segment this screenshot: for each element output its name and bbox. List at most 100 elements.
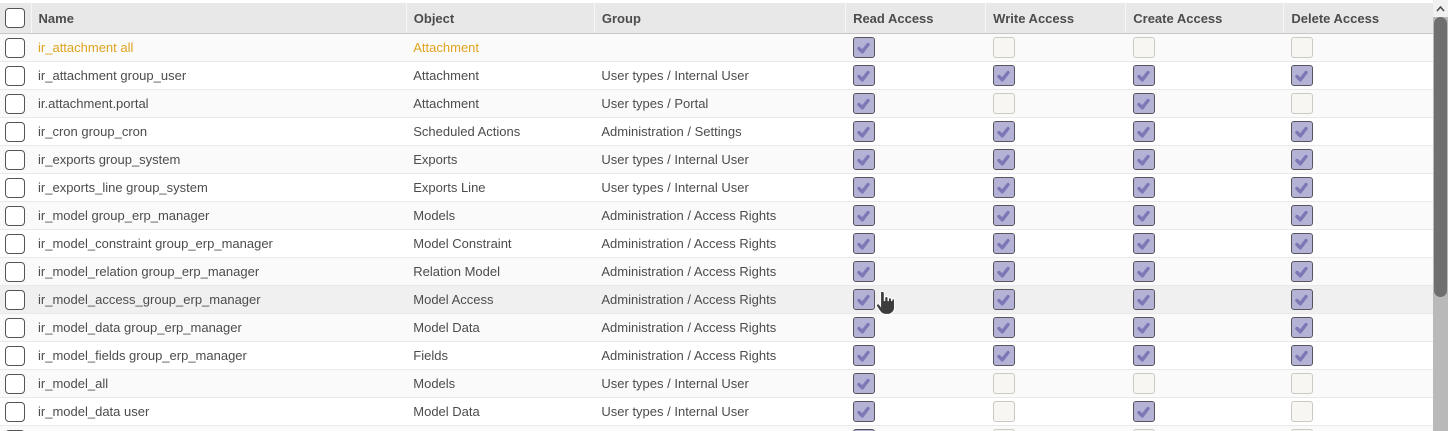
write-access-checkbox-checked[interactable] xyxy=(993,345,1015,366)
select-all-checkbox[interactable] xyxy=(5,8,25,28)
write-access-checkbox-checked[interactable] xyxy=(993,65,1015,86)
row-select-checkbox[interactable] xyxy=(5,122,25,142)
cell-name[interactable]: ir_cron group_cron xyxy=(31,118,406,146)
write-access-checkbox-checked[interactable] xyxy=(993,177,1015,198)
cell-name[interactable]: ir_model_fields_all xyxy=(31,426,406,431)
cell-object[interactable]: Fields xyxy=(406,342,594,370)
cell-name[interactable]: ir_model_all xyxy=(31,370,406,398)
read-access-checkbox-checked[interactable] xyxy=(853,177,875,198)
delete-access-checkbox-checked[interactable] xyxy=(1291,177,1313,198)
table-row[interactable]: ir_exports_line group_systemExports Line… xyxy=(0,174,1433,202)
row-select-checkbox[interactable] xyxy=(5,290,25,310)
delete-access-checkbox-checked[interactable] xyxy=(1291,289,1313,310)
cell-name[interactable]: ir_model_constraint group_erp_manager xyxy=(31,230,406,258)
cell-object[interactable]: Scheduled Actions xyxy=(406,118,594,146)
row-select-checkbox[interactable] xyxy=(5,66,25,86)
column-header-group[interactable]: Group xyxy=(594,3,845,34)
cell-group[interactable]: User types / Portal xyxy=(594,90,845,118)
table-row[interactable]: ir_model_allModelsUser types / Internal … xyxy=(0,370,1433,398)
table-row[interactable]: ir_cron group_cronScheduled ActionsAdmin… xyxy=(0,118,1433,146)
table-row[interactable]: ir_model_data group_erp_managerModel Dat… xyxy=(0,314,1433,342)
create-access-checkbox-checked[interactable] xyxy=(1133,317,1155,338)
delete-access-checkbox-checked[interactable] xyxy=(1291,233,1313,254)
read-access-checkbox-checked[interactable] xyxy=(853,93,875,114)
create-access-checkbox-checked[interactable] xyxy=(1133,401,1155,422)
cell-name[interactable]: ir_attachment group_user xyxy=(31,62,406,90)
row-select-checkbox[interactable] xyxy=(5,346,25,366)
read-access-checkbox-checked[interactable] xyxy=(853,261,875,282)
row-select-checkbox[interactable] xyxy=(5,94,25,114)
table-row[interactable]: ir_model_access_group_erp_managerModel A… xyxy=(0,286,1433,314)
vertical-scrollbar[interactable] xyxy=(1433,0,1448,431)
table-row[interactable]: ir_model_constraint group_erp_managerMod… xyxy=(0,230,1433,258)
column-header-create-access[interactable]: Create Access xyxy=(1126,3,1284,34)
row-select-checkbox[interactable] xyxy=(5,374,25,394)
cell-name[interactable]: ir_model_data user xyxy=(31,398,406,426)
row-select-checkbox[interactable] xyxy=(5,206,25,226)
write-access-checkbox-checked[interactable] xyxy=(993,261,1015,282)
cell-name[interactable]: ir_model_data group_erp_manager xyxy=(31,314,406,342)
delete-access-checkbox-checked[interactable] xyxy=(1291,65,1313,86)
delete-access-checkbox-checked[interactable] xyxy=(1291,149,1313,170)
create-access-checkbox-checked[interactable] xyxy=(1133,93,1155,114)
read-access-checkbox-checked[interactable] xyxy=(853,65,875,86)
cell-group[interactable]: Administration / Access Rights xyxy=(594,342,845,370)
table-row[interactable]: ir_attachment allAttachment xyxy=(0,34,1433,62)
cell-group[interactable]: Administration / Access Rights xyxy=(594,286,845,314)
read-access-checkbox-checked[interactable] xyxy=(853,149,875,170)
row-select-checkbox[interactable] xyxy=(5,38,25,58)
cell-name[interactable]: ir_exports group_system xyxy=(31,146,406,174)
cell-name[interactable]: ir_model_access_group_erp_manager xyxy=(31,286,406,314)
cell-name[interactable]: ir.attachment.portal xyxy=(31,90,406,118)
cell-object[interactable]: Model Data xyxy=(406,314,594,342)
delete-access-checkbox-checked[interactable] xyxy=(1291,205,1313,226)
table-row[interactable]: ir_exports group_systemExportsUser types… xyxy=(0,146,1433,174)
row-select-checkbox[interactable] xyxy=(5,234,25,254)
column-header-name[interactable]: Name xyxy=(31,3,406,34)
cell-group[interactable]: Administration / Access Rights xyxy=(594,202,845,230)
write-access-checkbox-checked[interactable] xyxy=(993,317,1015,338)
table-row[interactable]: ir_model group_erp_managerModelsAdminist… xyxy=(0,202,1433,230)
create-access-checkbox-checked[interactable] xyxy=(1133,289,1155,310)
write-access-checkbox-checked[interactable] xyxy=(993,289,1015,310)
column-header-read-access[interactable]: Read Access xyxy=(846,3,986,34)
read-access-checkbox-checked[interactable] xyxy=(853,317,875,338)
table-row[interactable]: ir_model_relation group_erp_managerRelat… xyxy=(0,258,1433,286)
cell-name[interactable]: ir_model_fields group_erp_manager xyxy=(31,342,406,370)
cell-name[interactable]: ir_model_relation group_erp_manager xyxy=(31,258,406,286)
cell-group[interactable]: User types / Internal User xyxy=(594,174,845,202)
cell-object[interactable]: Attachment xyxy=(406,34,594,62)
table-row[interactable]: ir_model_data userModel DataUser types /… xyxy=(0,398,1433,426)
cell-group[interactable]: User types / Internal User xyxy=(594,146,845,174)
cell-group[interactable]: Administration / Access Rights xyxy=(594,314,845,342)
cell-name[interactable]: ir_model group_erp_manager xyxy=(31,202,406,230)
row-select-checkbox[interactable] xyxy=(5,178,25,198)
delete-access-checkbox-checked[interactable] xyxy=(1291,261,1313,282)
cell-group[interactable]: Administration / Access Rights xyxy=(594,258,845,286)
create-access-checkbox-checked[interactable] xyxy=(1133,149,1155,170)
row-select-checkbox[interactable] xyxy=(5,402,25,422)
write-access-checkbox-checked[interactable] xyxy=(993,121,1015,142)
cell-name[interactable]: ir_exports_line group_system xyxy=(31,174,406,202)
delete-access-checkbox-checked[interactable] xyxy=(1291,121,1313,142)
table-row[interactable]: ir_model_fields_allFieldsUser types / In… xyxy=(0,426,1433,431)
create-access-checkbox-checked[interactable] xyxy=(1133,345,1155,366)
table-row[interactable]: ir_model_fields group_erp_managerFieldsA… xyxy=(0,342,1433,370)
row-select-checkbox[interactable] xyxy=(5,262,25,282)
column-header-write-access[interactable]: Write Access xyxy=(986,3,1126,34)
read-access-checkbox-checked[interactable] xyxy=(853,289,875,310)
cell-object[interactable]: Models xyxy=(406,202,594,230)
scrollbar-thumb[interactable] xyxy=(1434,17,1447,297)
table-row[interactable]: ir.attachment.portalAttachmentUser types… xyxy=(0,90,1433,118)
create-access-checkbox-checked[interactable] xyxy=(1133,177,1155,198)
column-header-delete-access[interactable]: Delete Access xyxy=(1284,3,1433,34)
cell-object[interactable]: Exports Line xyxy=(406,174,594,202)
cell-group[interactable]: Administration / Access Rights xyxy=(594,230,845,258)
row-select-checkbox[interactable] xyxy=(5,318,25,338)
create-access-checkbox-checked[interactable] xyxy=(1133,233,1155,254)
cell-group[interactable]: User types / Internal User xyxy=(594,426,845,431)
cell-object[interactable]: Attachment xyxy=(406,62,594,90)
read-access-checkbox-checked[interactable] xyxy=(853,121,875,142)
table-row[interactable]: ir_attachment group_userAttachmentUser t… xyxy=(0,62,1433,90)
delete-access-checkbox-checked[interactable] xyxy=(1291,345,1313,366)
